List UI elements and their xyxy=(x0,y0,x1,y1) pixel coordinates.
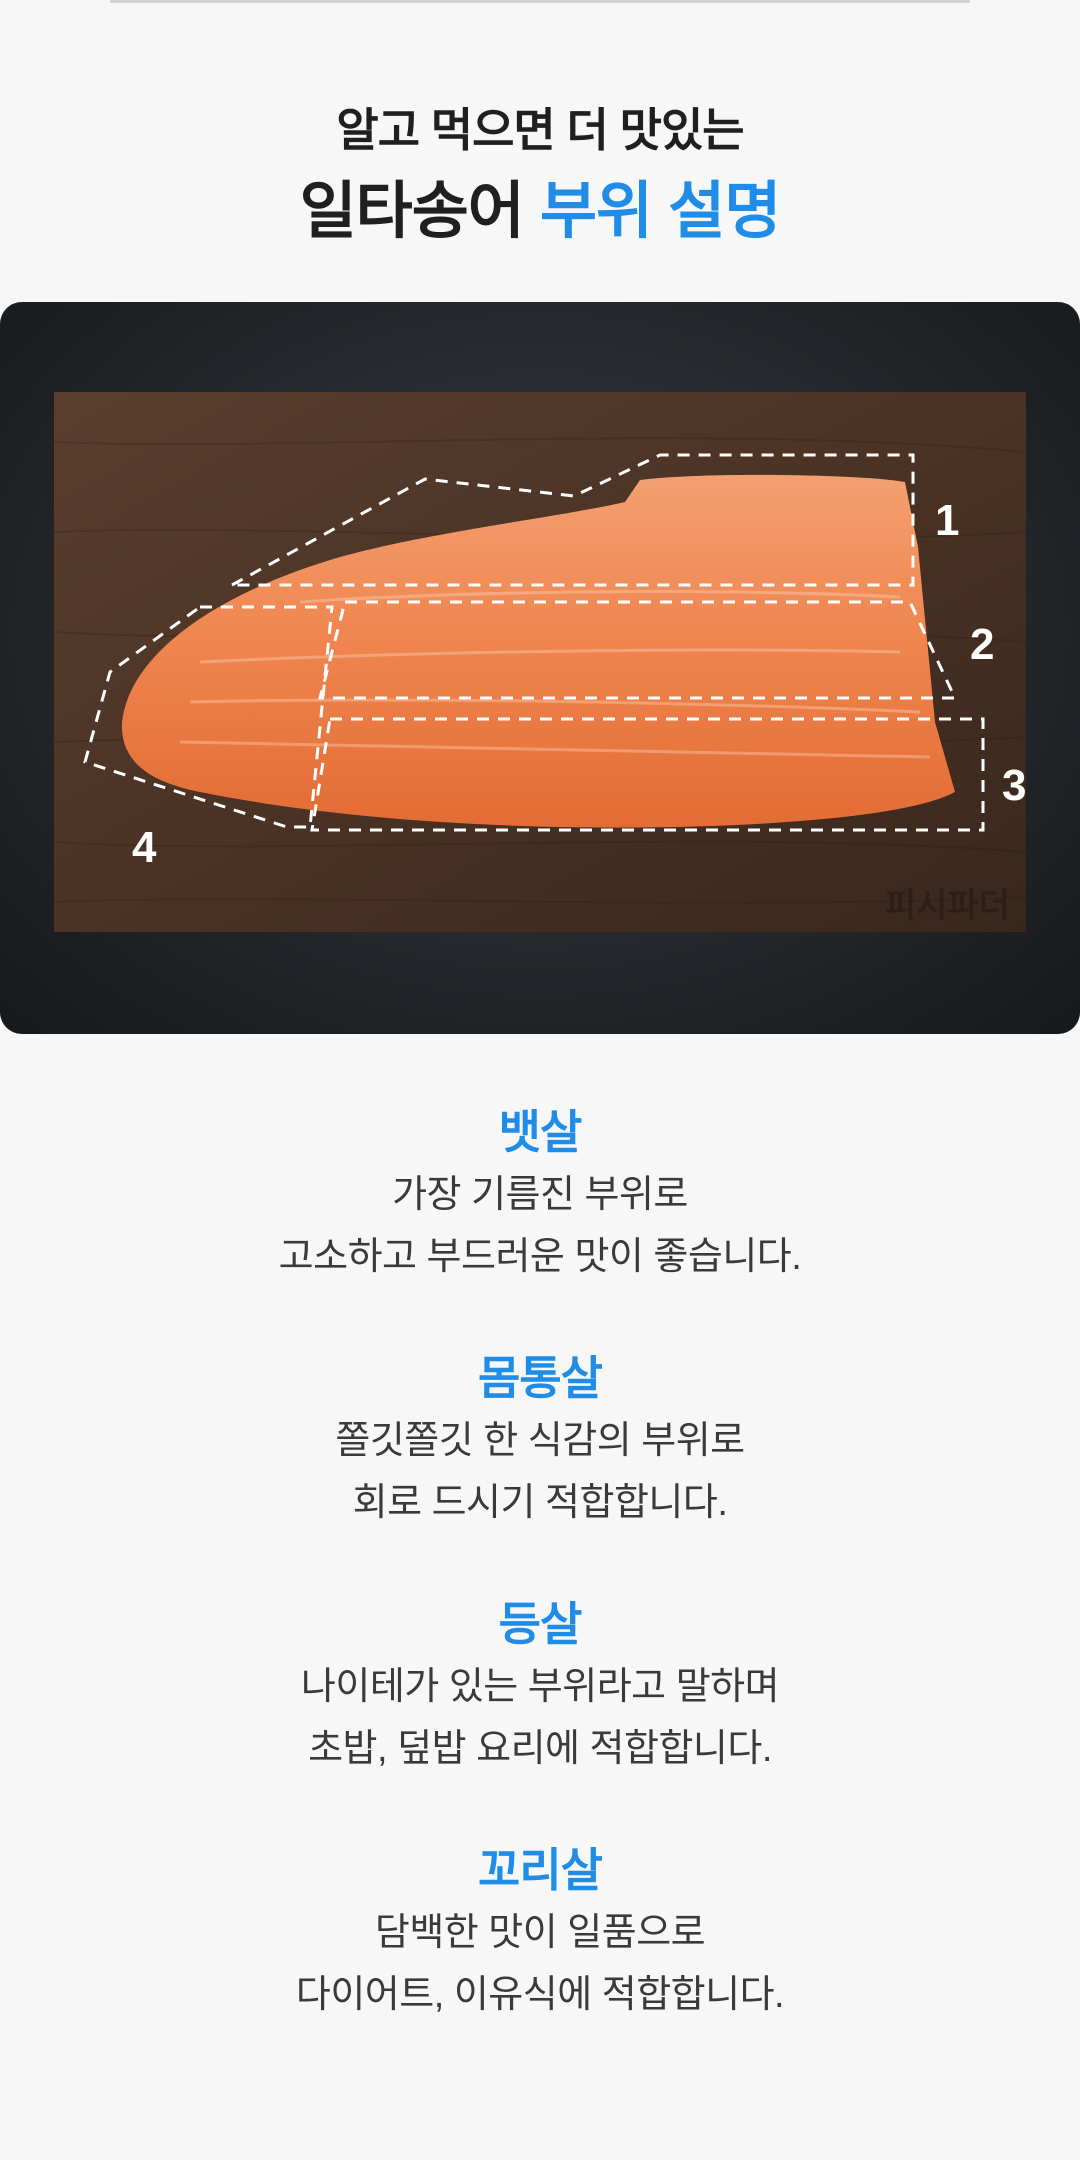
marker-1: 1 xyxy=(935,496,959,545)
parts-list: 뱃살 가장 기름진 부위로 고소하고 부드러운 맛이 좋습니다. 몸통살 쫄깃쫄… xyxy=(0,1100,1080,2084)
heading-subtitle: 알고 먹으면 더 맛있는 xyxy=(336,104,744,156)
part-title: 등살 xyxy=(498,1598,583,1650)
part-description-line: 쫄깃쫄깃 한 식감의 부위로 xyxy=(335,1420,745,1462)
page: 알고 먹으면 더 맛있는 일타송어 부위 설명 1 2 3 4 피시파더 뱃살 … xyxy=(0,0,1080,2160)
part-description-line: 회로 드시기 적합합니다. xyxy=(352,1482,728,1524)
part-title: 꼬리살 xyxy=(478,1844,603,1896)
marker-4: 4 xyxy=(132,823,157,872)
part-tail: 꼬리살 담백한 맛이 일품으로 다이어트, 이유식에 적합합니다. xyxy=(0,1838,1080,2026)
heading-title-accent: 부위 설명 xyxy=(540,177,781,246)
part-description: 나이테가 있는 부위라고 말하며 초밥, 덮밥 요리에 적합합니다. xyxy=(0,1656,1080,1780)
part-body: 몸통살 쫄깃쫄깃 한 식감의 부위로 회로 드시기 적합합니다. xyxy=(0,1346,1080,1534)
heading-title-prefix: 일타송어 xyxy=(299,177,540,246)
part-belly: 뱃살 가장 기름진 부위로 고소하고 부드러운 맛이 좋습니다. xyxy=(0,1100,1080,1288)
heading-title: 일타송어 부위 설명 xyxy=(0,172,1080,252)
marker-3: 3 xyxy=(1002,761,1026,810)
marker-2: 2 xyxy=(970,620,994,669)
part-title: 몸통살 xyxy=(478,1352,603,1404)
part-description: 담백한 맛이 일품으로 다이어트, 이유식에 적합합니다. xyxy=(0,1902,1080,2026)
part-description-line: 고소하고 부드러운 맛이 좋습니다. xyxy=(278,1236,802,1278)
part-description-line: 다이어트, 이유식에 적합합니다. xyxy=(295,1974,785,2016)
part-description: 가장 기름진 부위로 고소하고 부드러운 맛이 좋습니다. xyxy=(0,1164,1080,1288)
trout-fillet-photo: 1 2 3 4 피시파더 xyxy=(0,302,1080,1034)
part-description-line: 나이테가 있는 부위라고 말하며 xyxy=(300,1666,780,1708)
part-description: 쫄깃쫄깃 한 식감의 부위로 회로 드시기 적합합니다. xyxy=(0,1410,1080,1534)
part-back: 등살 나이테가 있는 부위라고 말하며 초밥, 덮밥 요리에 적합합니다. xyxy=(0,1592,1080,1780)
part-description-line: 담백한 맛이 일품으로 xyxy=(374,1912,706,1954)
part-description-line: 가장 기름진 부위로 xyxy=(392,1174,688,1216)
board-watermark: 피시파더 xyxy=(885,887,1010,925)
part-title: 뱃살 xyxy=(498,1106,583,1158)
page-heading: 알고 먹으면 더 맛있는 일타송어 부위 설명 xyxy=(0,100,1080,252)
part-description-line: 초밥, 덮밥 요리에 적합합니다. xyxy=(308,1728,772,1770)
top-divider xyxy=(110,0,970,3)
